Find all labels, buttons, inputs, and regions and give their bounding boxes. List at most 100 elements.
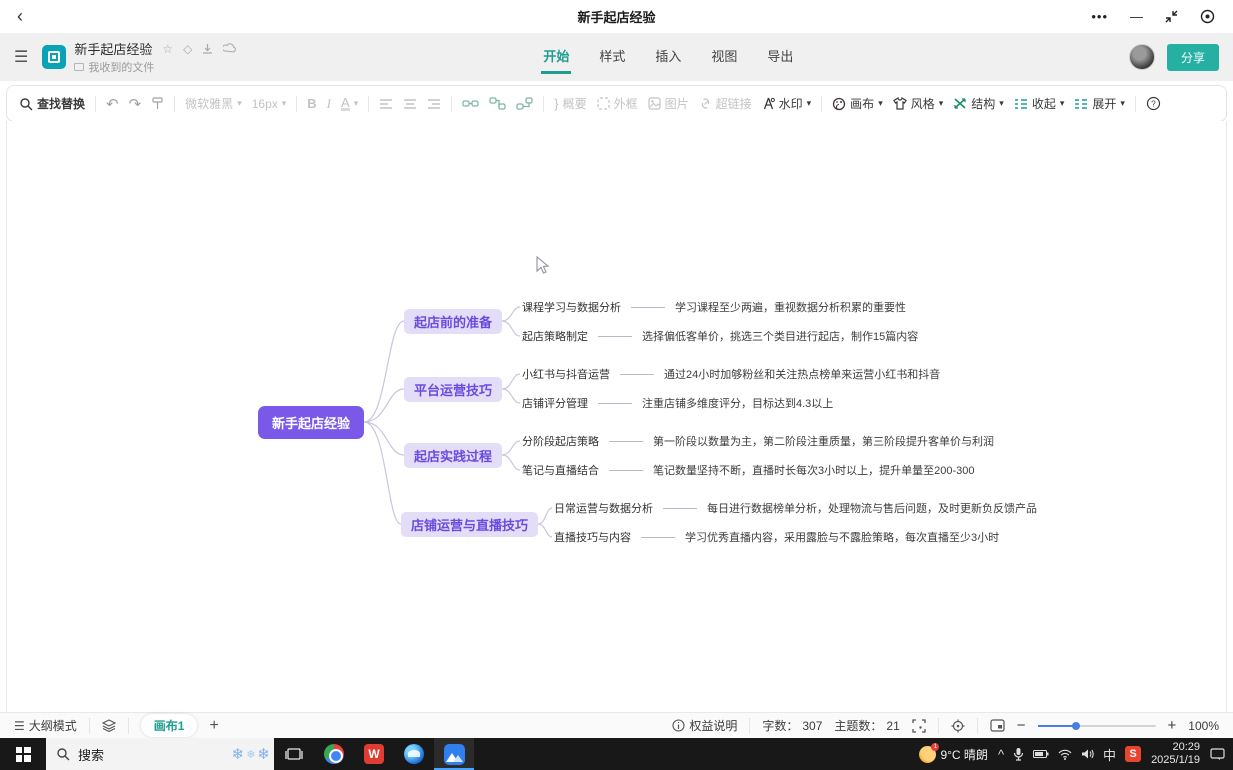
notification-icon[interactable] (1210, 747, 1225, 761)
zoom-out-button[interactable]: − (1017, 717, 1026, 734)
format-painter-icon[interactable] (151, 97, 164, 110)
microphone-icon[interactable] (1013, 747, 1024, 761)
menu-icon[interactable]: ☰ (14, 47, 28, 67)
undo-button[interactable]: ↶ (106, 95, 119, 113)
hyperlink-button[interactable]: 超链接 (699, 95, 752, 112)
branch-node-practice[interactable]: 起店实践过程 (404, 443, 502, 468)
subtopic-row[interactable]: 直播技巧与内容 学习优秀直播内容，采用露脸与不露脸策略，每次直播至少3小时 (554, 528, 999, 546)
task-view-button[interactable] (274, 738, 314, 770)
font-size-select[interactable]: 16px ▾ (252, 97, 287, 111)
subtopic-row[interactable]: 日常运营与数据分析 每日进行数据榜单分析，处理物流与售后问题，及时更新负反馈产品 (554, 499, 1037, 517)
insert-subtopic-icon[interactable] (489, 97, 506, 110)
ime-indicator[interactable]: 中 (1103, 745, 1116, 764)
help-icon[interactable]: ? (1146, 96, 1161, 111)
wifi-icon[interactable] (1058, 749, 1072, 760)
align-right-icon[interactable] (427, 98, 441, 110)
style-button[interactable]: 风格 ▾ (893, 95, 944, 112)
zoom-level: 100% (1188, 719, 1219, 733)
watermark-button[interactable]: 水印 ▾ (762, 95, 812, 112)
more-options-icon[interactable]: ••• (1091, 9, 1108, 24)
target-icon[interactable] (1200, 9, 1215, 24)
branch-node-preparation[interactable]: 起店前的准备 (404, 309, 502, 334)
structure-button[interactable]: 结构 ▾ (953, 95, 1004, 112)
topic-count: 主题数： 21 (834, 717, 899, 734)
canvas-button[interactable]: 画布 ▾ (832, 95, 883, 112)
subtopic-row[interactable]: 店铺评分管理 注重店铺多维度评分，目标达到4.3以上 (522, 394, 833, 412)
edge-browser-icon[interactable] (394, 738, 434, 770)
battery-icon[interactable] (1033, 749, 1049, 759)
tag-icon[interactable]: ◇ (183, 42, 192, 56)
wps-icon[interactable]: W (354, 738, 394, 770)
cloud-edit-icon[interactable] (223, 43, 236, 54)
subtopic-row[interactable]: 分阶段起店策略 第一阶段以数量为主，第二阶段注重质量，第三阶段提升客单价与利润 (522, 432, 994, 450)
expand-button[interactable]: 展开 ▾ (1074, 95, 1125, 112)
layers-icon[interactable] (102, 719, 116, 732)
subtopic-row[interactable]: 笔记与直播结合 笔记数量坚持不断，直播时长每次3小时以上，提升单量至200-30… (522, 461, 975, 479)
branch-node-platform-ops[interactable]: 平台运营技巧 (404, 377, 502, 402)
mindmap-app-icon[interactable] (434, 738, 474, 770)
bold-button[interactable]: B (307, 96, 316, 111)
align-left-icon[interactable] (379, 98, 393, 110)
minimap-icon[interactable] (990, 719, 1005, 732)
share-button[interactable]: 分享 (1167, 44, 1219, 71)
zoom-in-button[interactable]: + (1168, 717, 1177, 734)
tab-insert[interactable]: 插入 (653, 40, 683, 74)
start-button[interactable] (0, 738, 46, 770)
taskbar-search-input[interactable]: 搜索 ❄ ❄ ❄ (46, 738, 274, 770)
italic-button[interactable]: I (327, 96, 331, 112)
outline-mode-button[interactable]: ☰ 大纲模式 (14, 717, 77, 734)
rights-info-button[interactable]: 权益说明 (672, 717, 737, 734)
speaker-icon[interactable] (1081, 748, 1094, 760)
summary-button[interactable]: } 概要 (554, 95, 586, 112)
windows-taskbar: 搜索 ❄ ❄ ❄ W 1 9°C 晴朗 ^ (0, 738, 1233, 770)
tray-expand-icon[interactable]: ^ (998, 747, 1004, 762)
branch-node-store-live[interactable]: 店铺运营与直播技巧 (401, 512, 538, 537)
zoom-slider-knob[interactable] (1072, 722, 1080, 730)
insert-sibling-icon[interactable] (516, 97, 533, 110)
weather-snowflakes-icon: ❄ ❄ ❄ (232, 738, 270, 770)
mindmap-root-node[interactable]: 新手起店经验 (258, 406, 364, 439)
app-header: ☰ 新手起店经验 ☆ ◇ 我收到的文件 开始 样式 插入 视图 导出 分享 (0, 33, 1233, 81)
taskbar-clock[interactable]: 20:29 2025/1/19 (1151, 741, 1200, 767)
frame-button[interactable]: 外框 (597, 95, 638, 112)
sogou-input-icon[interactable]: S (1125, 746, 1141, 762)
locate-center-icon[interactable] (951, 719, 965, 733)
tab-style[interactable]: 样式 (597, 40, 627, 74)
zoom-slider[interactable] (1038, 725, 1156, 727)
user-avatar[interactable] (1129, 44, 1155, 70)
subtopic-row[interactable]: 课程学习与数据分析 学习课程至少两遍，重视数据分析积累的重要性 (522, 298, 906, 316)
mouse-cursor (534, 256, 550, 276)
mindmap-connectors (7, 121, 1227, 712)
insert-topic-icon[interactable] (462, 97, 479, 110)
folder-icon (74, 63, 84, 71)
document-location[interactable]: 我收到的文件 (88, 59, 154, 75)
tab-view[interactable]: 视图 (709, 40, 739, 74)
find-replace-button[interactable]: 查找替换 (19, 95, 85, 112)
mindmap-canvas[interactable]: 新手起店经验 起店前的准备 平台运营技巧 起店实践过程 店铺运营与直播技巧 课程… (6, 121, 1227, 712)
document-title[interactable]: 新手起店经验 (74, 39, 152, 58)
canvas-tab-1[interactable]: 画布1 (141, 714, 198, 737)
chrome-icon[interactable] (314, 738, 354, 770)
subtopic-row[interactable]: 小红书与抖音运营 通过24小时加够粉丝和关注热点榜单来运营小红书和抖音 (522, 365, 940, 383)
svg-text:?: ? (1151, 100, 1156, 109)
font-family-select[interactable]: 微软雅黑 ▾ (185, 95, 242, 112)
tab-export[interactable]: 导出 (765, 40, 795, 74)
download-icon[interactable] (202, 43, 213, 54)
statusbar: ☰ 大纲模式 画布1 + 权益说明 字数： 307 主题数： 21 (0, 712, 1233, 738)
minimize-icon[interactable]: — (1130, 9, 1143, 24)
collapse-button[interactable]: 收起 ▾ (1014, 95, 1065, 112)
fit-screen-icon[interactable] (912, 719, 926, 733)
windows-logo-icon (16, 747, 31, 762)
weather-tray[interactable]: 1 9°C 晴朗 (919, 746, 987, 763)
favorite-star-icon[interactable]: ☆ (162, 42, 173, 56)
restore-icon[interactable] (1165, 10, 1178, 23)
tab-home[interactable]: 开始 (541, 40, 571, 74)
redo-button[interactable]: ↷ (129, 95, 142, 113)
subtopic-row[interactable]: 起店策略制定 选择偏低客单价，挑选三个类目进行起店，制作15篇内容 (522, 327, 918, 345)
outline-icon: ☰ (14, 719, 25, 733)
word-count: 字数： 307 (762, 717, 822, 734)
font-color-button[interactable]: A ▾ (341, 97, 358, 111)
align-center-icon[interactable] (403, 98, 417, 110)
add-canvas-button[interactable]: + (209, 717, 218, 735)
image-button[interactable]: 图片 (648, 95, 689, 112)
